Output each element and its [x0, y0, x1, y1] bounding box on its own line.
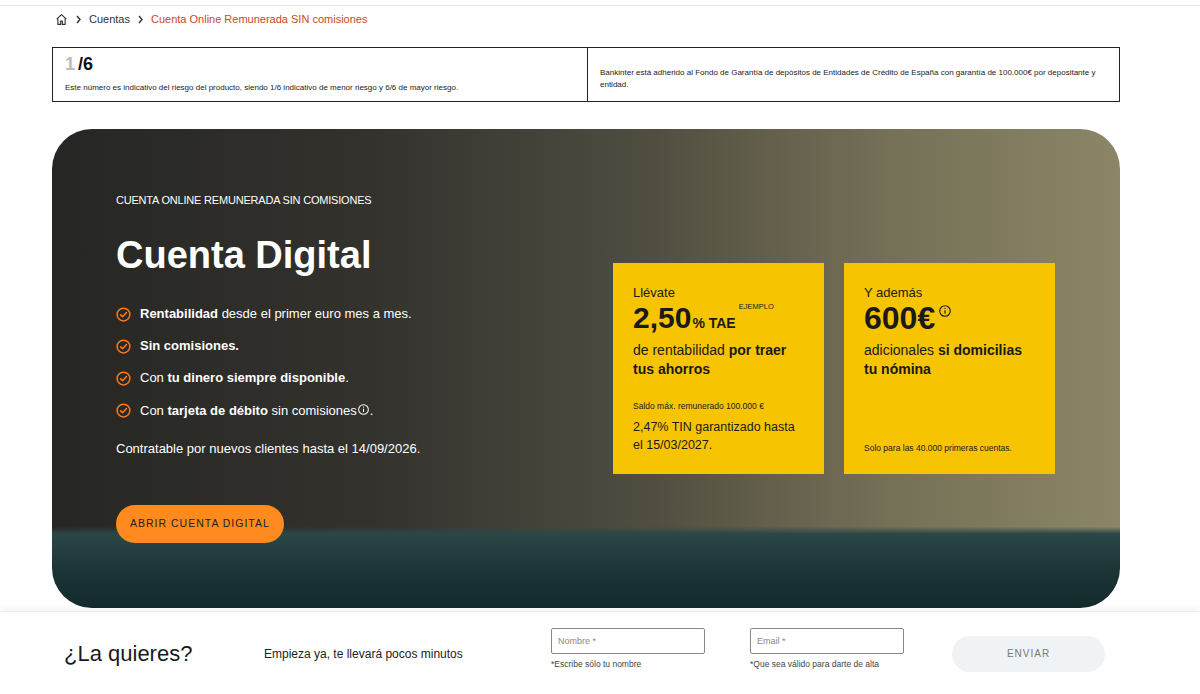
feature-part: tu dinero siempre disponible	[167, 370, 345, 385]
rate-unit: % TAE	[692, 311, 735, 335]
feature-list: Rentabilidad desde el primer euro mes a …	[116, 298, 613, 426]
feature-part: tarjeta de débito	[167, 403, 267, 418]
chevron-icon	[75, 15, 82, 24]
feature-item: Sin comisiones.	[116, 330, 613, 362]
rate-tag: EJEMPLO	[739, 302, 774, 312]
feature-text: Sin comisiones.	[140, 336, 239, 356]
feature-segment: desde el primer euro mes a mes.	[218, 306, 412, 321]
check-icon	[116, 307, 131, 322]
offer-card: Llévate2,50% TAE EJEMPLO de rentabilidad p…	[613, 263, 824, 474]
offer-notes: Solo para las 40.000 primeras cuentas.	[864, 442, 1035, 454]
guarantee-note: Bankinter está adherido al Fondo de Gara…	[588, 48, 1119, 101]
info-icon[interactable]	[939, 305, 951, 317]
description-segment: de rentabilidad	[633, 342, 729, 358]
check-icon	[116, 371, 131, 386]
feature-item: Con tarjeta de débito sin comisiones.	[116, 394, 613, 426]
info-wrap	[357, 403, 370, 418]
deadline-note: Contratable por nuevos clientes hasta el…	[116, 440, 613, 458]
name-input[interactable]	[551, 628, 705, 654]
feature-part: Con	[140, 370, 167, 385]
info-icon[interactable]	[358, 399, 369, 419]
form-field: *Escribe sólo tu nombre	[551, 628, 705, 680]
feature-part: Con	[140, 403, 167, 418]
feature-text: Con tu dinero siempre disponible.	[140, 368, 349, 388]
hero-banner: CUENTA ONLINE REMUNERADA SIN COMISIONES C…	[52, 129, 1120, 608]
offer-amount: 2,50% TAE EJEMPLO	[633, 301, 804, 335]
risk-box: 1/6 Este número es indicativo del riesgo …	[52, 47, 1120, 102]
offer-card: Y además600€ adicionales si domicilias tu…	[844, 263, 1055, 474]
risk-value: 1/6	[65, 54, 575, 74]
offer-note: Solo para las 40.000 primeras cuentas.	[864, 442, 1035, 454]
chevron-icon	[137, 15, 144, 24]
risk-note: Este número es indicativo del riesgo del…	[65, 83, 575, 93]
feature-segment: Con	[140, 370, 167, 385]
signup-title: ¿La quieres?	[64, 637, 264, 670]
offer-note: Saldo máx. remunerado 100.000 €	[633, 400, 804, 412]
offer-description: de rentabilidad por traer tus ahorros	[633, 341, 804, 379]
offer-amount: 600€	[864, 301, 1035, 335]
breadcrumb-item[interactable]: Cuenta Online Remunerada SIN comisiones	[151, 11, 367, 28]
bonus-value: 600€	[864, 301, 935, 335]
feature-segment: Con	[140, 403, 167, 418]
hero-title: Cuenta Digital	[116, 232, 613, 278]
field-hint: *Escribe sólo tu nombre	[551, 659, 705, 670]
feature-segment: sin comisiones	[268, 403, 357, 418]
feature-text: Rentabilidad desde el primer euro mes a …	[140, 304, 412, 324]
feature-item: Con tu dinero siempre disponible.	[116, 362, 613, 394]
feature-segment: Sin comisiones.	[140, 338, 239, 353]
page-content: Cuentas Cuenta Online Remunerada SIN comi…	[52, 6, 1120, 608]
feature-item: Rentabilidad desde el primer euro mes a …	[116, 298, 613, 330]
offer-notes: Saldo máx. remunerado 100.000 € 2,47% TIN…	[633, 400, 804, 454]
check-icon	[116, 403, 131, 418]
signup-bar: ¿La quieres?Empieza ya, te llevará pocos…	[0, 611, 1200, 694]
feature-part: .	[345, 370, 349, 385]
breadcrumb-item[interactable]: Cuentas	[89, 11, 130, 28]
hero-text: CUENTA ONLINE REMUNERADA SIN COMISIONES C…	[116, 129, 613, 608]
email-input[interactable]	[750, 628, 904, 654]
feature-segment: tarjeta de débito	[167, 403, 267, 418]
feature-segment: tu dinero siempre disponible	[167, 370, 345, 385]
feature-segment: .	[345, 370, 349, 385]
signup-subtitle: Empieza ya, te llevará pocos minutos	[264, 645, 551, 663]
top-line	[0, 0, 1200, 6]
offer-label: Llévate	[633, 285, 804, 301]
offer-description: adicionales si domicilias tu nómina	[864, 341, 1035, 379]
form-field: *Que sea válido para darte de alta	[750, 628, 904, 680]
offer-cards: Llévate2,50% TAE EJEMPLO de rentabilidad p…	[613, 263, 1055, 474]
risk-scale: /6	[78, 54, 93, 74]
feature-part: Rentabilidad	[140, 306, 218, 321]
feature-text: Con tarjeta de débito sin comisiones.	[140, 399, 373, 421]
feature-part: .	[370, 403, 374, 418]
description-segment: adicionales	[864, 342, 938, 358]
offer-note: 2,47% TIN garantizado hasta el 15/03/202…	[633, 418, 804, 454]
risk-indicator: 1/6 Este número es indicativo del riesgo …	[53, 48, 588, 101]
breadcrumb: Cuentas Cuenta Online Remunerada SIN comi…	[52, 6, 1120, 32]
feature-part: sin comisiones	[268, 403, 357, 418]
feature-part: desde el primer euro mes a mes.	[218, 306, 412, 321]
feature-segment: .	[370, 403, 374, 418]
feature-segment: Rentabilidad	[140, 306, 218, 321]
open-account-button[interactable]: ABRIR CUENTA DIGITAL	[116, 505, 284, 543]
check-icon	[116, 339, 131, 354]
offer-label: Y además	[864, 285, 1035, 301]
home-icon[interactable]	[55, 13, 68, 26]
send-button[interactable]: ENVIAR	[952, 636, 1105, 672]
rate-value: 2,50	[633, 301, 691, 335]
field-hint: *Que sea válido para darte de alta	[750, 659, 904, 670]
feature-part: Sin comisiones.	[140, 338, 239, 353]
hero-eyebrow: CUENTA ONLINE REMUNERADA SIN COMISIONES	[116, 193, 613, 207]
risk-level: 1	[65, 54, 75, 74]
